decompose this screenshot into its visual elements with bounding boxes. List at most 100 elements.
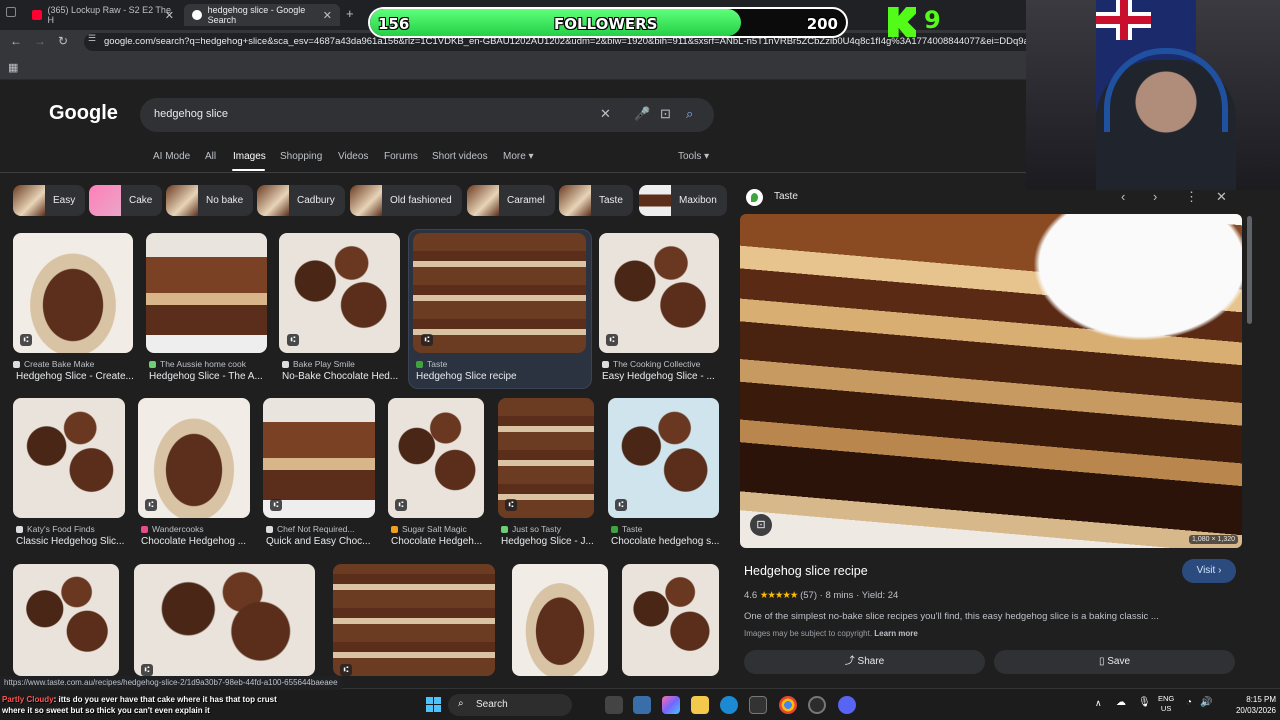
panel-scrollbar[interactable] (1247, 216, 1252, 324)
preview-image[interactable]: ⊡ 1,080 × 1,320 (740, 214, 1242, 548)
result-image[interactable] (622, 564, 719, 676)
forward-icon[interactable]: → (34, 34, 46, 48)
settings-icon[interactable] (633, 696, 651, 714)
site-info-icon[interactable]: ☰ (88, 33, 96, 44)
task-view-icon[interactable] (605, 696, 623, 714)
result-title[interactable]: Classic Hedgehog Slic... (16, 536, 126, 547)
taste-logo-icon[interactable] (746, 189, 763, 206)
result-image[interactable] (512, 564, 608, 676)
chevron-right-icon[interactable]: › (1153, 189, 1157, 204)
chip-old-fashioned[interactable]: Old fashioned (350, 185, 462, 216)
result-title[interactable]: No-Bake Chocolate Hed... (282, 371, 398, 382)
share-label: Share (857, 656, 885, 667)
chip-thumbnail (89, 185, 121, 216)
google-logo[interactable]: Google (49, 102, 118, 125)
chip-no-bake[interactable]: No bake (166, 185, 254, 216)
obs-icon[interactable] (808, 696, 826, 714)
source-favicon (13, 360, 20, 368)
result-image[interactable] (13, 398, 125, 518)
clock[interactable]: 8:15 PM 20/03/2026 (1224, 694, 1276, 716)
save-button[interactable]: ▯ Save (994, 650, 1235, 674)
browser-tab-google[interactable]: hedgehog slice - Google Search ✕ (184, 4, 340, 26)
chrome-icon[interactable] (779, 696, 797, 714)
microphone-icon[interactable]: 🎙 (1138, 697, 1151, 708)
store-icon[interactable] (749, 696, 767, 714)
clear-icon[interactable]: ✕ (600, 106, 611, 122)
language-indicator[interactable]: ENG US (1158, 694, 1174, 714)
chip-thumbnail (257, 185, 289, 216)
result-title[interactable]: Chocolate Hedgeh... (391, 536, 487, 547)
tab-forums[interactable]: Forums (384, 151, 418, 162)
file-explorer-icon[interactable] (691, 696, 709, 714)
result-image[interactable] (333, 564, 495, 676)
edge-icon[interactable] (720, 696, 738, 714)
panel-description: One of the simplest no-bake slice recipe… (744, 611, 1159, 622)
discord-icon[interactable] (838, 696, 856, 714)
time: 8:15 PM (1246, 695, 1276, 704)
chip-cadbury[interactable]: Cadbury (257, 185, 345, 216)
learn-more-link[interactable]: Learn more (874, 629, 918, 638)
result-image[interactable] (146, 233, 267, 353)
result-title[interactable]: Quick and Easy Choc... (266, 536, 376, 547)
recipe-icon: ⑆ (421, 334, 433, 346)
chip-easy[interactable]: Easy (13, 185, 86, 216)
network-icon[interactable]: ☁ (1116, 697, 1126, 708)
copilot-icon[interactable] (662, 696, 680, 714)
result-title[interactable]: Easy Hedgehog Slice - ... (602, 371, 719, 382)
result-title[interactable]: Hedgehog Slice - The A... (149, 371, 267, 382)
tab-short-videos[interactable]: Short videos (432, 151, 488, 162)
source-favicon (282, 360, 289, 368)
close-icon[interactable]: ✕ (1216, 189, 1227, 205)
chip-caramel[interactable]: Caramel (467, 185, 555, 216)
chevron-up-icon[interactable]: ∧ (1095, 698, 1102, 709)
result-title[interactable]: Hedgehog Slice - J... (501, 536, 597, 547)
tab-all[interactable]: All (205, 151, 216, 162)
result-title[interactable]: Chocolate Hedgehog ... (141, 536, 249, 547)
result-image[interactable] (134, 564, 315, 676)
panel-title[interactable]: Hedgehog slice recipe (744, 564, 868, 578)
tab-shopping[interactable]: Shopping (280, 151, 322, 162)
region: US (1160, 704, 1172, 713)
result-image[interactable] (413, 233, 586, 353)
panel-source[interactable]: Taste (774, 191, 798, 202)
result-title[interactable]: Hedgehog Slice - Create... (16, 371, 136, 382)
apps-grid-icon[interactable]: ▦ (8, 61, 18, 74)
visit-button[interactable]: Visit › (1182, 559, 1236, 583)
result-title[interactable]: Hedgehog Slice recipe (416, 371, 586, 382)
taskbar-search[interactable]: Search (448, 694, 572, 716)
search-box[interactable]: hedgehog slice ✕ 🎤 ⊡ ⌕ (140, 98, 714, 132)
tab-ai-mode[interactable]: AI Mode (153, 151, 190, 162)
result-image[interactable] (13, 564, 119, 676)
chip-maxibon[interactable]: Maxibon (639, 185, 727, 216)
browser-tab-youtube[interactable]: (365) Lockup Raw - S2 E2 The H ✕ (24, 4, 182, 26)
close-tab-icon[interactable]: ✕ (323, 9, 332, 22)
back-icon[interactable]: ← (10, 34, 22, 48)
new-tab-button[interactable]: + (346, 6, 354, 21)
microphone-icon[interactable]: 🎤 (634, 106, 650, 122)
lens-icon[interactable]: ⊡ (660, 106, 671, 122)
windows-start-icon[interactable] (426, 697, 441, 712)
lens-search-icon[interactable]: ⊡ (750, 514, 772, 536)
tab-videos[interactable]: Videos (338, 151, 368, 162)
tab-search-icon[interactable] (6, 7, 16, 17)
close-tab-icon[interactable]: ✕ (165, 9, 174, 22)
reload-icon[interactable]: ↻ (58, 34, 68, 48)
source-label: Katy's Food Finds (27, 524, 95, 534)
rating-value: 4.6 (744, 590, 758, 601)
share-button[interactable]: ⤴ Share (744, 650, 985, 674)
chevron-left-icon[interactable]: ‹ (1121, 189, 1125, 204)
more-options-icon[interactable]: ⋮ (1185, 189, 1198, 205)
result-title[interactable]: Chocolate hedgehog s... (611, 536, 719, 547)
search-icon[interactable]: ⌕ (686, 106, 693, 122)
search-input[interactable]: hedgehog slice (154, 108, 228, 120)
tab-images[interactable]: Images (233, 151, 266, 162)
chip-cake[interactable]: Cake (89, 185, 163, 216)
tab-more[interactable]: More ▾ (503, 151, 534, 162)
wifi-icon[interactable]: ◔ (1186, 697, 1192, 708)
tools-button[interactable]: Tools ▾ (678, 151, 709, 162)
chip-label: Cake (129, 195, 153, 206)
source-favicon (16, 525, 23, 533)
chip-taste[interactable]: Taste (559, 185, 633, 216)
recipe-icon: ⑆ (20, 334, 32, 346)
volume-icon[interactable]: 🔊 (1200, 697, 1212, 708)
